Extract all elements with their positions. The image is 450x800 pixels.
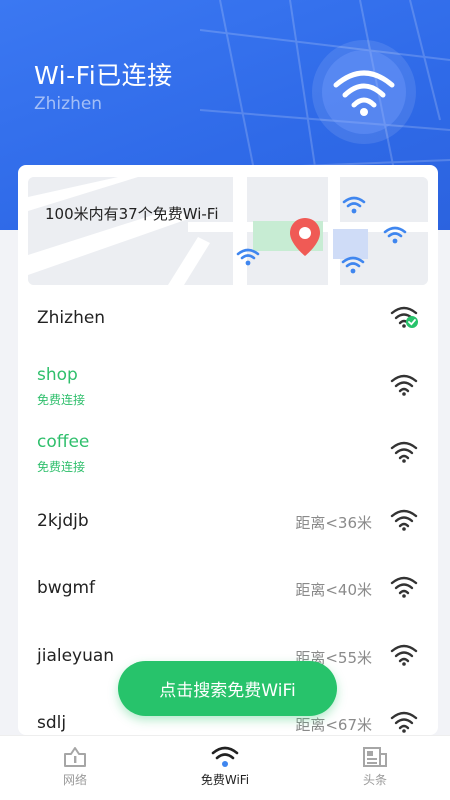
map-background (28, 177, 428, 285)
wifi-signal-icon (390, 509, 418, 531)
wifi-signal-icon (390, 576, 418, 598)
search-free-wifi-button[interactable]: 点击搜索免费WiFi (118, 661, 337, 716)
location-pin-icon (290, 218, 320, 256)
network-icon (64, 747, 86, 767)
wifi-list-item[interactable]: shop 免费连接 (18, 353, 438, 421)
wifi-status-badge (312, 40, 416, 144)
wifi-signal-icon (390, 644, 418, 666)
wifi-name: 2kjdjb (37, 510, 89, 531)
nav-label: 免费WiFi (200, 773, 250, 787)
wifi-name: bwgmf (37, 578, 96, 598)
wifi-signal-icon (390, 711, 418, 733)
free-connect-label: 免费连接 (37, 460, 86, 474)
wifi-icon (211, 746, 239, 767)
connection-status-title: Wi-Fi已连接 (34, 61, 173, 90)
map-wifi-marker-icon (341, 256, 365, 274)
nav-tab-network[interactable]: 网络 (0, 736, 150, 800)
wifi-distance: 距离<36米 (295, 513, 372, 532)
wifi-list-item[interactable]: Zhizhen (18, 285, 438, 353)
wifi-distance: 距离<67米 (295, 716, 372, 734)
wifi-name: Zhizhen (37, 308, 106, 328)
wifi-list-item[interactable]: bwgmf 距离<40米 (18, 555, 438, 623)
free-connect-label: 免费连接 (37, 392, 86, 407)
wifi-name: coffee (37, 432, 90, 452)
news-icon (363, 747, 387, 767)
nav-tab-free-wifi[interactable]: 免费WiFi (150, 736, 300, 800)
wifi-icon (333, 70, 395, 116)
nav-label: 头条 (362, 773, 387, 787)
wifi-signal-icon (390, 374, 418, 396)
nearby-wifi-count: 100米内有37个免费Wi-Fi (45, 205, 219, 223)
connected-ssid: Zhizhen (34, 94, 103, 114)
wifi-card: 100米内有37个免费Wi-Fi Zhizhen shop 免费连接 coffe… (18, 165, 438, 735)
wifi-list-item[interactable]: coffee 免费连接 (18, 420, 438, 488)
nearby-map[interactable]: 100米内有37个免费Wi-Fi (28, 177, 428, 285)
wifi-list-item[interactable]: 2kjdjb 距离<36米 (18, 488, 438, 556)
wifi-signal-icon (390, 441, 418, 463)
wifi-name: jialeyuan (37, 645, 115, 666)
wifi-name: sdlj (37, 713, 67, 733)
wifi-name: shop (37, 364, 78, 385)
wifi-connected-icon (390, 306, 418, 328)
nav-tab-news[interactable]: 头条 (300, 736, 450, 800)
nav-label: 网络 (62, 773, 87, 787)
map-wifi-marker-icon (342, 196, 366, 214)
map-wifi-marker-icon (236, 248, 260, 266)
wifi-distance: 距离<40米 (295, 581, 372, 599)
map-wifi-marker-icon (383, 226, 407, 244)
bottom-nav: 网络 免费WiFi 头条 (0, 735, 450, 800)
